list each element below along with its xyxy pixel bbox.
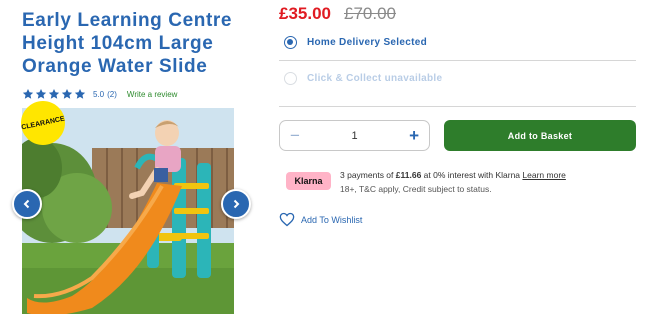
- klarna-prefix: 3 payments of: [340, 170, 396, 180]
- klarna-amount: £11.66: [395, 170, 422, 180]
- divider: [279, 60, 636, 61]
- star-icon: [35, 89, 47, 99]
- next-image-button[interactable]: [221, 189, 251, 219]
- rating-score: 5.0: [93, 89, 105, 99]
- home-delivery-radio[interactable]: [284, 36, 297, 49]
- quantity-increase-button[interactable]: +: [409, 127, 419, 144]
- star-icon: [48, 89, 60, 99]
- star-icon: [74, 89, 86, 99]
- write-review-link[interactable]: Write a review: [127, 90, 178, 99]
- product-title: Early Learning Centre Height 104cm Large…: [22, 10, 233, 77]
- quantity-input[interactable]: [322, 128, 387, 143]
- add-to-wishlist-button[interactable]: Add To Wishlist: [279, 212, 362, 227]
- was-price: £70.00: [344, 4, 396, 23]
- home-delivery-label: Home Delivery Selected: [307, 37, 427, 48]
- rating-count: (2): [107, 89, 117, 99]
- klarna-learn-more-link[interactable]: Learn more: [522, 170, 565, 180]
- click-collect-label: Click & Collect unavailable: [307, 73, 443, 84]
- heart-icon: [279, 212, 295, 227]
- rating-stars: [22, 88, 87, 100]
- chevron-right-icon: [233, 199, 240, 209]
- klarna-suffix: at 0% interest with Klarna: [421, 170, 523, 180]
- product-rating: 5.0 (2) Write a review: [22, 87, 177, 101]
- quantity-stepper: − +: [279, 120, 430, 151]
- klarna-terms-text: 18+, T&C apply, Credit subject to status…: [340, 184, 492, 194]
- wishlist-label: Add To Wishlist: [301, 214, 363, 225]
- previous-image-button[interactable]: [12, 189, 42, 219]
- star-icon: [61, 89, 73, 99]
- klarna-payment-text: 3 payments of £11.66 at 0% interest with…: [340, 170, 566, 180]
- current-price: £35.00: [279, 4, 331, 23]
- divider: [279, 106, 636, 107]
- quantity-decrease-button[interactable]: −: [290, 127, 300, 144]
- add-to-basket-button[interactable]: Add to Basket: [444, 120, 636, 151]
- chevron-left-icon: [23, 199, 30, 209]
- click-collect-option: Click & Collect unavailable: [284, 72, 442, 85]
- star-icon: [22, 89, 34, 99]
- home-delivery-option[interactable]: Home Delivery Selected: [284, 36, 427, 49]
- klarna-logo: Klarna: [286, 172, 331, 190]
- click-collect-radio: [284, 72, 297, 85]
